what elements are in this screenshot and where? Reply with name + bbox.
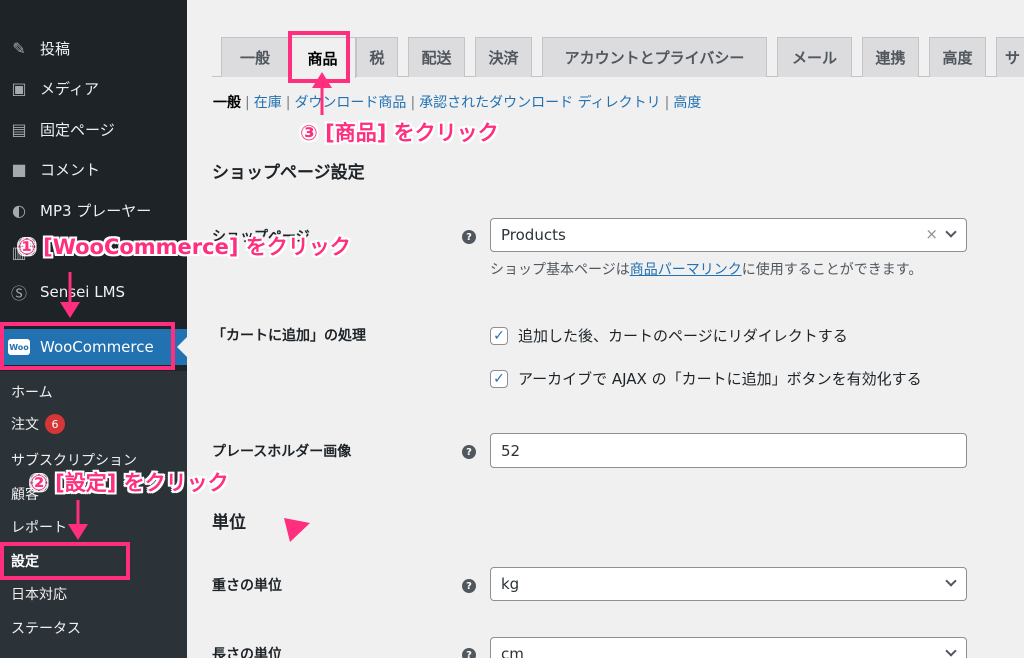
annotation-arrows [60, 72, 332, 542]
annotation-step1: ① [WooCommerce] をクリック [18, 235, 351, 259]
arrowhead-down-icon [68, 524, 88, 540]
annotation-step2: ② [設定] をクリック [30, 471, 229, 495]
annotation-step3: ③ [商品] をクリック [300, 121, 499, 145]
cursor-icon [284, 518, 310, 542]
arrowhead-down-icon [60, 302, 80, 318]
arrowhead-up-icon [312, 72, 332, 88]
